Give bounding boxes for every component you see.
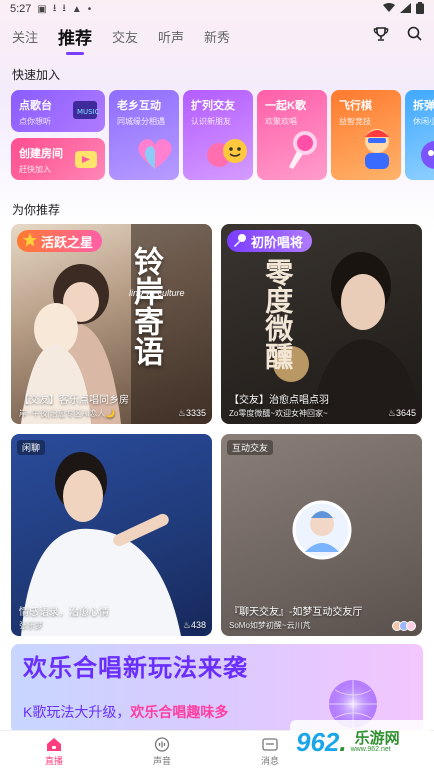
watermark-number: 962 <box>296 726 340 757</box>
dot-icon: • <box>87 3 92 15</box>
quick-card-karaoke[interactable]: 一起K歌 欢聚欢唱 <box>257 90 327 180</box>
quick-join-grid: 点歌台 点你想听 MUSIC 创建房间 赶快加入 老乡互动 同城缘分相遇 扩列交… <box>11 90 434 182</box>
listener-avatars <box>392 621 416 631</box>
room-heat: ♨3335 <box>178 408 206 419</box>
tab-follow[interactable]: 关注 <box>12 27 38 46</box>
home-icon <box>29 737 79 754</box>
room-card[interactable]: 零度微醺 初阶唱将 【交友】治愈点唱点羽 Zo零度微醺~欢迎女神回家~ ♨364… <box>221 224 422 424</box>
heat-value: 3645 <box>395 408 416 418</box>
quick-card-song-request[interactable]: 点歌台 点你想听 MUSIC <box>11 90 105 132</box>
quick-card-title: 飞行棋 <box>339 100 372 112</box>
room-card[interactable]: 铃岸寄语 ling ya culture 活跃之星 【交友】客乐点唱同乡房 岸~… <box>11 224 212 424</box>
search-icon[interactable] <box>407 26 422 46</box>
room-heat: ♨438 <box>183 620 206 631</box>
a-icon: ▲ <box>71 3 82 15</box>
nav-label: 声音 <box>152 756 171 766</box>
room-host: Zo零度微醺~欢迎女神回家~ <box>229 409 328 418</box>
wifi-icon <box>383 2 395 16</box>
badge-active-star: 活跃之星 <box>17 230 103 252</box>
quick-card-bomb-cat[interactable]: 拆弹猫 休闲小游戏 <box>405 90 434 180</box>
badge-label: 活跃之星 <box>41 234 94 250</box>
poster-title: 零度微醺 <box>261 258 390 377</box>
tv-icon <box>73 145 101 176</box>
message-icon <box>245 737 295 754</box>
microphone-icon <box>233 233 247 250</box>
watermark-url: www.962.net <box>350 746 391 754</box>
room-title: 情感语录，治愈心情 <box>19 607 109 618</box>
nav-label: 消息 <box>260 756 279 766</box>
heat-value: 3335 <box>185 408 206 418</box>
status-bar: 5:27 ▣ ⭳ ⭳ ▲ • <box>0 0 434 18</box>
download-icon: ⭳ <box>62 2 66 14</box>
badge-label: 初阶唱将 <box>251 234 304 250</box>
quick-join-title: 快速加入 <box>12 68 61 82</box>
notification-icon: ▣ <box>37 3 47 15</box>
fire-icon: ♨ <box>182 620 191 630</box>
room-host: 张乐梦 <box>19 621 43 630</box>
music-icon: MUSIC <box>71 97 101 128</box>
room-card[interactable]: 互动交友 『聊天交友』-如梦互动交友厅 SoMo如梦初醒~云川芃 <box>221 434 422 636</box>
poster-subtitle: ling ya culture <box>129 288 185 298</box>
banner-title: 欢乐合唱新玩法来袭 <box>23 655 248 682</box>
tab-recommend[interactable]: 推荐 <box>58 24 92 55</box>
heart-icon <box>135 135 175 176</box>
cat-icon <box>417 135 434 176</box>
fire-icon: ♨ <box>177 408 186 418</box>
heat-value: 438 <box>190 620 206 630</box>
site-watermark: 962. 乐游网 www.962.net <box>290 720 430 764</box>
chat-bubble-icon <box>205 135 249 176</box>
room-host: SoMo如梦初醒~云川芃 <box>229 621 311 630</box>
quick-card-title: 扩列交友 <box>191 100 235 112</box>
quick-card-title: 老乡互动 <box>117 100 161 112</box>
quick-card-subtitle: 同城缘分相遇 <box>117 117 165 126</box>
svg-text:MUSIC: MUSIC <box>77 108 100 116</box>
room-title: 【交友】客乐点唱同乡房 <box>19 395 129 406</box>
watermark-text: 乐游网 <box>354 729 400 747</box>
character-icon <box>357 123 397 176</box>
banner-subtitle-highlight: 欢乐合唱趣味多 <box>130 704 229 720</box>
poster-title-text: 铃岸寄语 <box>128 246 163 366</box>
avatar <box>406 621 416 631</box>
trophy-icon[interactable] <box>373 26 389 47</box>
top-nav: 关注 推荐 交友 听声 新秀 <box>0 22 434 55</box>
watermark-dot: . <box>339 726 347 757</box>
quick-card-subtitle: 认识新朋友 <box>191 117 231 126</box>
room-heat: ♨3645 <box>388 408 416 419</box>
banner-subtitle-prefix: K歌玩法大升级， <box>23 704 131 720</box>
download-icon: ⭳ <box>52 2 57 14</box>
room-title: 【交友】治愈点唱点羽 <box>229 395 329 406</box>
quick-card-fellow-townsman[interactable]: 老乡互动 同城缘分相遇 <box>109 90 179 180</box>
poster-title: 铃岸寄语 <box>123 246 212 375</box>
recommend-title: 为你推荐 <box>12 203 61 217</box>
quick-card-subtitle: 欢聚欢唱 <box>265 117 297 126</box>
room-category-tag: 闲聊 <box>17 440 46 455</box>
nav-sound[interactable]: 声音 <box>137 737 187 767</box>
banner-subtitle: K歌玩法大升级，欢乐合唱趣味多 <box>23 702 228 722</box>
battery-icon <box>416 1 424 17</box>
quick-card-title: 一起K歌 <box>265 100 306 112</box>
room-category-tag: 互动交友 <box>227 440 274 455</box>
fire-icon: ♨ <box>387 408 396 418</box>
nav-live[interactable]: 直播 <box>29 737 79 767</box>
quick-card-title: 拆弹猫 <box>413 100 434 112</box>
tab-newcomer[interactable]: 新秀 <box>204 27 230 46</box>
microphone-icon <box>283 129 323 176</box>
quick-card-flight-chess[interactable]: 飞行棋 益智竞技 <box>331 90 401 180</box>
room-card[interactable]: 闲聊 情感语录，治愈心情 张乐梦 ♨438 <box>11 434 212 636</box>
room-host: 岸~午夜|治愈专区AI恋人🌙 <box>19 409 116 418</box>
signal-icon <box>400 2 411 16</box>
tab-dating[interactable]: 交友 <box>112 27 138 46</box>
quick-card-subtitle: 休闲小游戏 <box>413 117 434 126</box>
badge-junior-singer: 初阶唱将 <box>227 230 313 252</box>
nav-label: 直播 <box>44 756 63 766</box>
poster-title-text: 零度微醺 <box>261 258 295 370</box>
quick-card-make-friends[interactable]: 扩列交友 认识新朋友 <box>183 90 253 180</box>
nav-messages[interactable]: 消息 <box>245 737 295 767</box>
status-time: 5:27 <box>10 3 32 15</box>
tab-listen[interactable]: 听声 <box>158 27 184 46</box>
quick-card-create-room[interactable]: 创建房间 赶快加入 <box>11 138 105 180</box>
star-icon <box>23 232 37 250</box>
room-title: 『聊天交友』-如梦互动交友厅 <box>229 607 363 618</box>
sound-icon <box>137 737 187 754</box>
